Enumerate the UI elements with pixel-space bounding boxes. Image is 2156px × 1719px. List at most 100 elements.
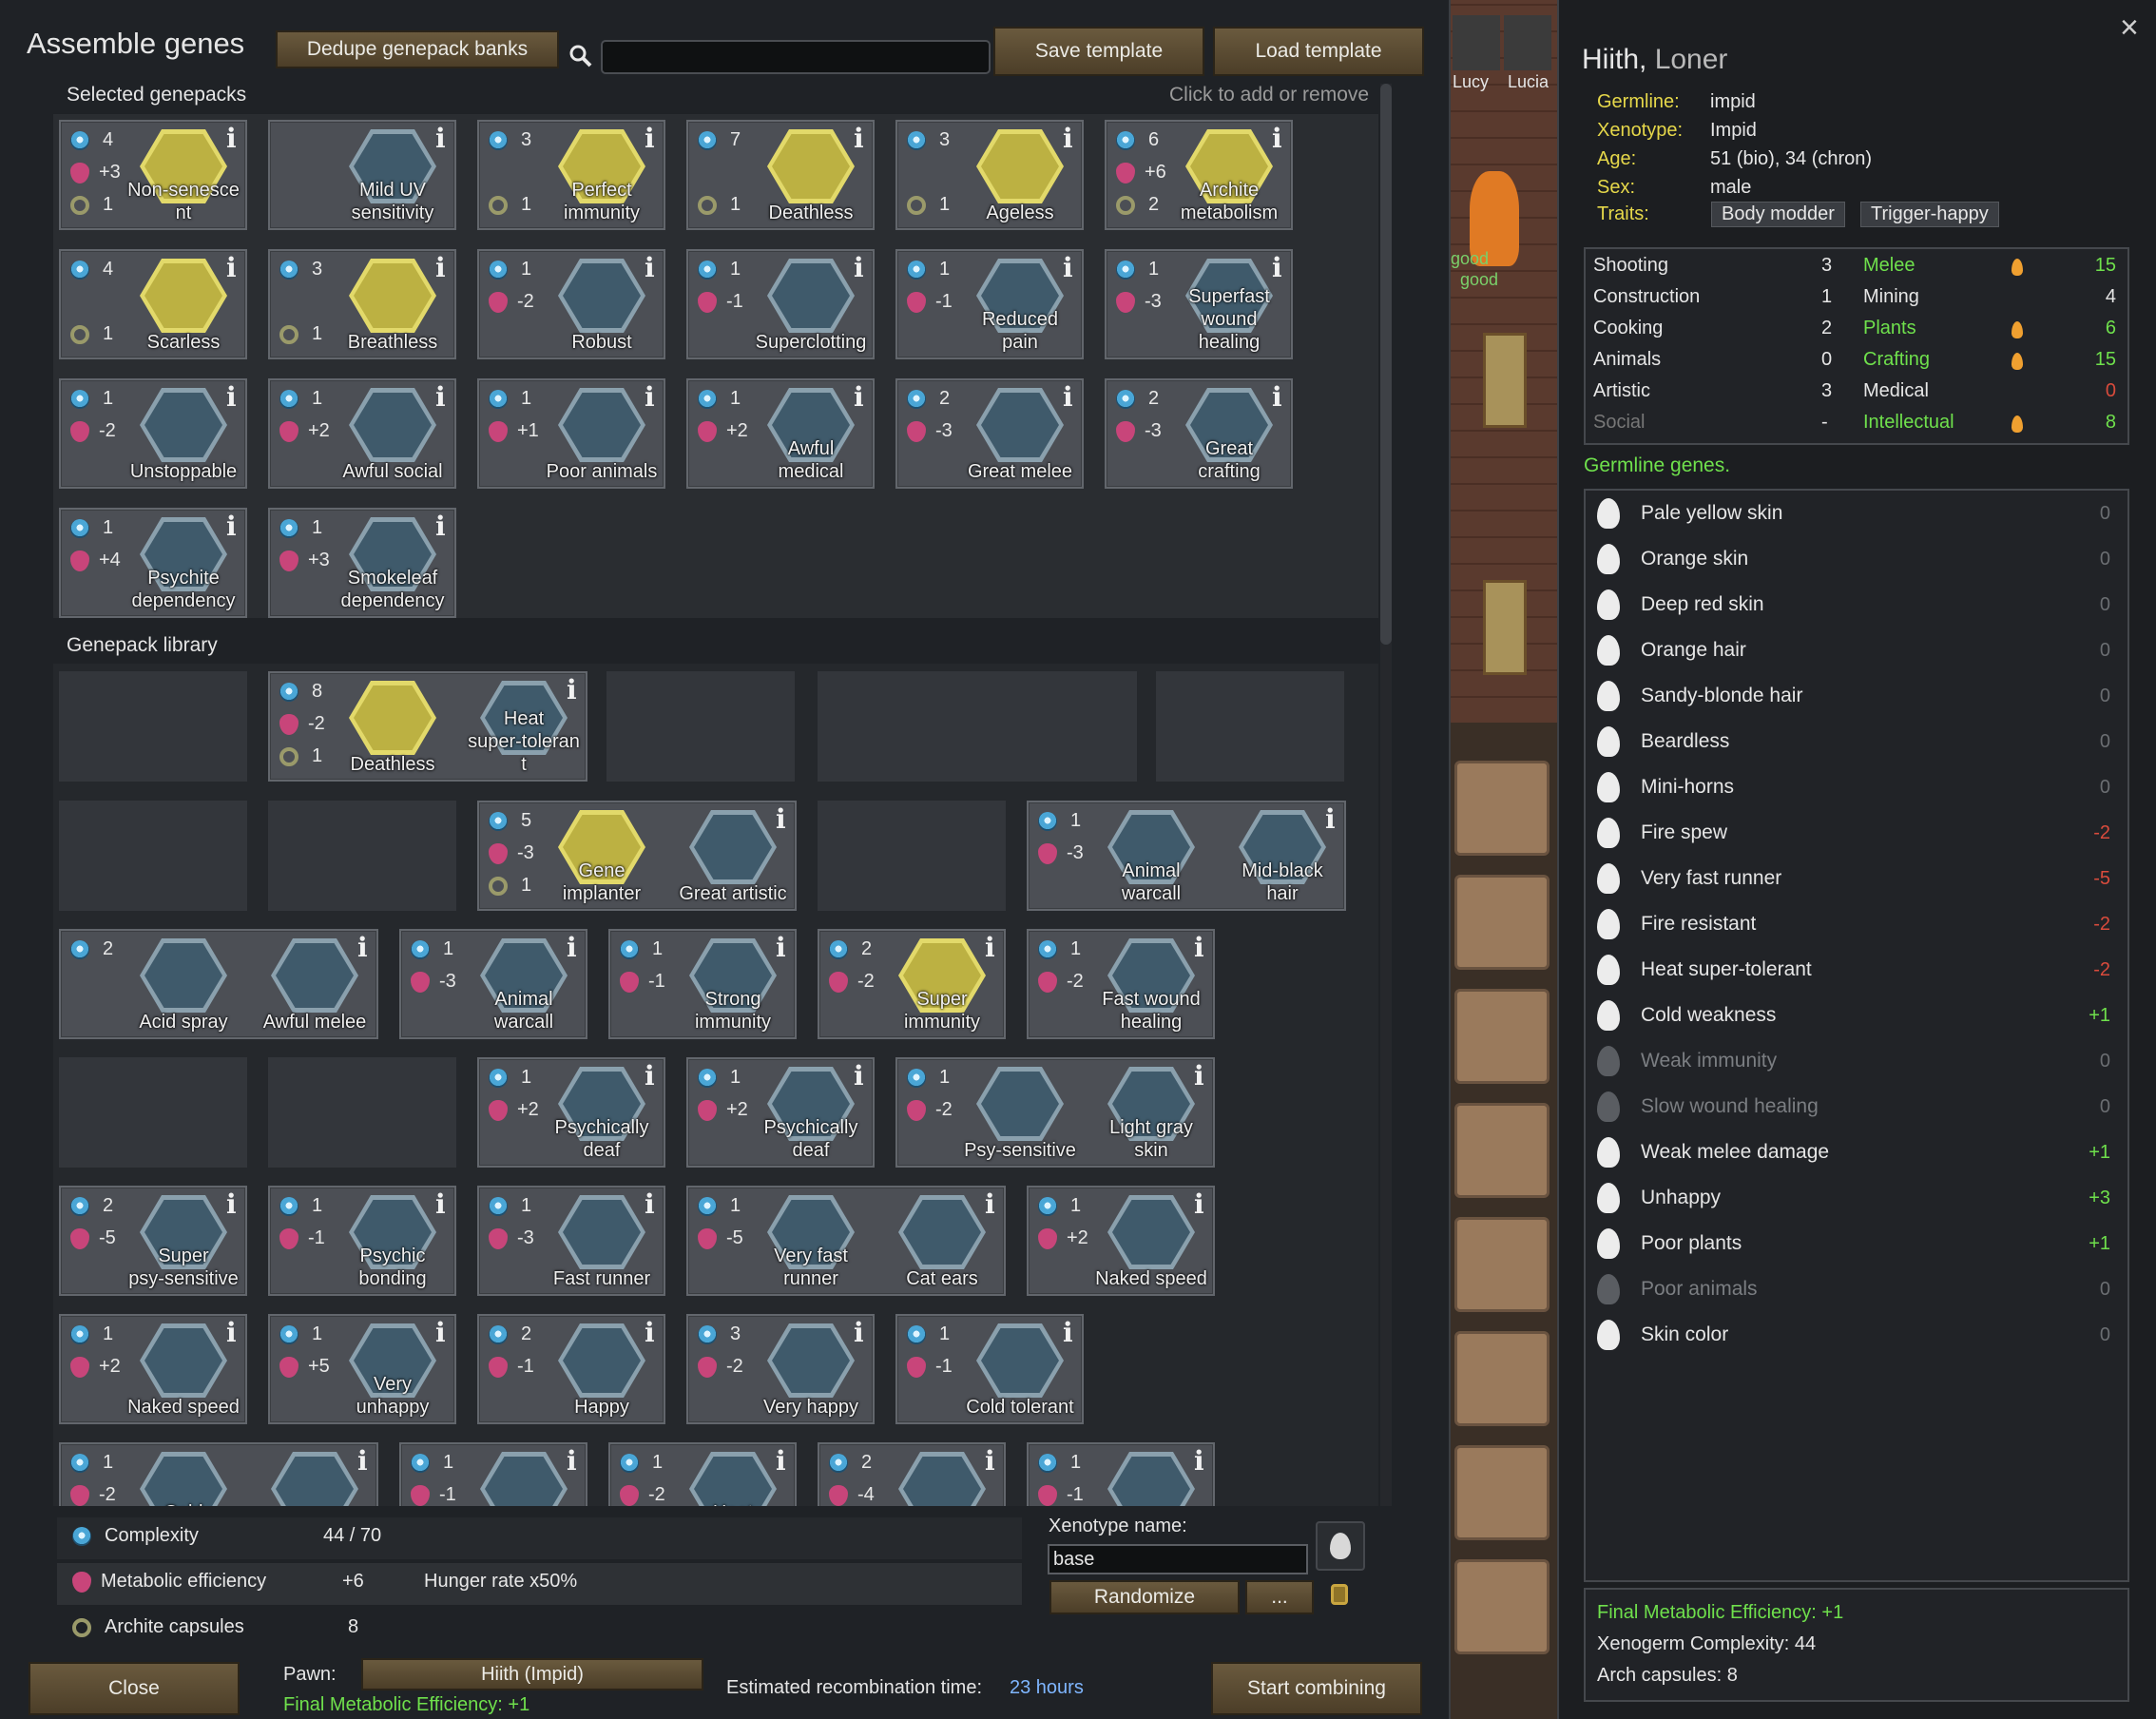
germline-gene-row[interactable]: Sandy-blonde hair 0: [1597, 677, 2110, 715]
info-icon[interactable]: i: [985, 1448, 998, 1475]
genepack-card[interactable]: 4 +3 1 Non-senesce nt i: [59, 120, 247, 230]
info-icon[interactable]: i: [645, 255, 658, 281]
germline-gene-row[interactable]: Deep red skin 0: [1597, 586, 2110, 624]
genepack-card[interactable]: 7 1 Deathless i: [686, 120, 875, 230]
germline-gene-row[interactable]: Skin color 0: [1597, 1316, 2110, 1354]
genepack-card[interactable]: 2 -4 i: [818, 1442, 1006, 1506]
genepack-card[interactable]: 1 +2 Psychically deaf i: [686, 1057, 875, 1168]
genepack-card[interactable]: 1 -2 Robust i: [477, 249, 665, 359]
xenotype-icon-button[interactable]: [1316, 1521, 1365, 1571]
info-icon[interactable]: i: [435, 1191, 449, 1218]
germline-gene-row[interactable]: Cold weakness +1: [1597, 996, 2110, 1034]
genepack-card[interactable]: 1 -1 Psychic bonding i: [268, 1186, 456, 1296]
colonist-portrait-2[interactable]: [1504, 15, 1551, 70]
genepack-card[interactable]: 8 -2 1 Deathless Heat super-toleran t i: [268, 671, 587, 782]
info-icon[interactable]: i: [435, 384, 449, 411]
info-icon[interactable]: i: [854, 384, 867, 411]
info-icon[interactable]: i: [226, 513, 240, 540]
info-icon[interactable]: i: [854, 1063, 867, 1090]
genepack-card[interactable]: 1-1Vacuumi: [1027, 1442, 1215, 1506]
info-icon[interactable]: i: [645, 1191, 658, 1218]
germline-gene-row[interactable]: Slow wound healing 0: [1597, 1088, 2110, 1126]
genepack-card[interactable]: 1 -3 Superfast wound healing i: [1105, 249, 1293, 359]
genepack-card[interactable]: 1 -2 Psy-sensitive Light gray skin i: [895, 1057, 1215, 1168]
bed-2[interactable]: [1483, 580, 1527, 675]
genepack-card[interactable]: 1-2Coldsuper-tolerani: [59, 1442, 378, 1506]
info-icon[interactable]: i: [567, 1448, 580, 1475]
genepack-card[interactable]: 1 +2 Awful social i: [268, 378, 456, 489]
info-icon[interactable]: i: [1194, 935, 1207, 961]
trait-body-modder[interactable]: Body modder: [1711, 202, 1845, 227]
cryptosleep-pod[interactable]: [1454, 875, 1550, 970]
close-button[interactable]: Close: [29, 1662, 240, 1715]
info-icon[interactable]: i: [1063, 1320, 1076, 1346]
info-icon[interactable]: i: [854, 1320, 867, 1346]
info-icon[interactable]: i: [645, 1320, 658, 1346]
info-icon[interactable]: i: [226, 1320, 240, 1346]
genepack-card[interactable]: 1 -1 Strong immunity i: [608, 929, 797, 1039]
info-icon[interactable]: i: [435, 513, 449, 540]
info-icon[interactable]: i: [645, 384, 658, 411]
info-icon[interactable]: i: [1325, 806, 1338, 833]
info-icon[interactable]: i: [1272, 126, 1285, 152]
info-icon[interactable]: i: [1272, 255, 1285, 281]
cryptosleep-pod[interactable]: [1454, 1331, 1550, 1426]
genepack-card[interactable]: Mild UV sensitivity i: [268, 120, 456, 230]
randomize-button[interactable]: Randomize: [1049, 1580, 1240, 1614]
genepack-card[interactable]: 1 -2 Fast wound healing i: [1027, 929, 1215, 1039]
start-combining-button[interactable]: Start combining: [1211, 1662, 1422, 1715]
genepack-card[interactable]: 2 -3 Great melee i: [895, 378, 1084, 489]
genepack-card[interactable]: 1 -1 Cold tolerant i: [895, 1314, 1084, 1424]
genepack-card[interactable]: 1 -3 Animal warcall i: [399, 929, 587, 1039]
germline-gene-row[interactable]: Orange skin 0: [1597, 540, 2110, 578]
cryptosleep-pod[interactable]: [1454, 1217, 1550, 1312]
info-icon[interactable]: i: [567, 935, 580, 961]
genepack-card[interactable]: 1 -5 Very fast runner Cat ears i: [686, 1186, 1006, 1296]
colonist-portrait-1[interactable]: [1453, 15, 1500, 70]
germline-gene-row[interactable]: Heat super-tolerant -2: [1597, 951, 2110, 989]
info-icon[interactable]: i: [1194, 1063, 1207, 1090]
info-icon[interactable]: i: [357, 935, 371, 961]
genepack-card[interactable]: 1 +4 Psychite dependency i: [59, 508, 247, 618]
info-icon[interactable]: i: [567, 677, 580, 704]
info-icon[interactable]: i: [357, 1448, 371, 1475]
germline-gene-row[interactable]: Pale yellow skin 0: [1597, 494, 2110, 532]
genepack-card[interactable]: 2 -5 Super psy-sensitive i: [59, 1186, 247, 1296]
pawn-select[interactable]: Hiith (Impid): [361, 1658, 703, 1690]
info-icon[interactable]: i: [854, 255, 867, 281]
info-icon[interactable]: i: [645, 1063, 658, 1090]
info-icon[interactable]: i: [1272, 384, 1285, 411]
germline-gene-row[interactable]: Orange hair 0: [1597, 631, 2110, 669]
genepack-card[interactable]: 1 +2 Psychically deaf i: [477, 1057, 665, 1168]
genepack-card[interactable]: 2 -2 Super immunity i: [818, 929, 1006, 1039]
lock-icon[interactable]: [1331, 1584, 1348, 1605]
genepack-card[interactable]: 3 -2 Very happy i: [686, 1314, 875, 1424]
genepack-card[interactable]: 5 -3 1 Gene implanter Great artistic i: [477, 801, 797, 911]
genepack-card[interactable]: 1-2Heatsuper-tolerani: [608, 1442, 797, 1506]
info-icon[interactable]: i: [1063, 126, 1076, 152]
info-icon[interactable]: i: [435, 1320, 449, 1346]
more-options-button[interactable]: ...: [1245, 1580, 1314, 1614]
germline-gene-row[interactable]: Beardless 0: [1597, 723, 2110, 761]
genepack-card[interactable]: 2 Acid spray Awful melee i: [59, 929, 378, 1039]
germline-gene-row[interactable]: Very fast runner -5: [1597, 860, 2110, 898]
genepack-card[interactable]: 1 +5 Very unhappy i: [268, 1314, 456, 1424]
genepack-card[interactable]: 1 -2 Unstoppable i: [59, 378, 247, 489]
germline-gene-row[interactable]: Mini-horns 0: [1597, 768, 2110, 806]
germline-gene-row[interactable]: Fire spew -2: [1597, 814, 2110, 852]
germline-gene-row[interactable]: Unhappy +3: [1597, 1179, 2110, 1217]
genepack-card[interactable]: 3 1 Breathless i: [268, 249, 456, 359]
genepack-card[interactable]: 6 +6 2 Archite metabolism i: [1105, 120, 1293, 230]
genepack-card[interactable]: 2 -1 Happy i: [477, 1314, 665, 1424]
trait-trigger-happy[interactable]: Trigger-happy: [1860, 202, 1999, 227]
germline-gene-row[interactable]: Poor plants +1: [1597, 1225, 2110, 1263]
info-icon[interactable]: i: [776, 806, 789, 833]
genepack-card[interactable]: 1 +2 Naked speed i: [59, 1314, 247, 1424]
info-icon[interactable]: i: [1063, 384, 1076, 411]
info-icon[interactable]: i: [435, 126, 449, 152]
genepack-card[interactable]: 1 +2 Naked speed i: [1027, 1186, 1215, 1296]
genepack-card[interactable]: 3 1 Ageless i: [895, 120, 1084, 230]
genepack-card[interactable]: 1 -3 Animal warcall Mid-black hair i: [1027, 801, 1346, 911]
cryptosleep-pod[interactable]: [1454, 989, 1550, 1084]
info-icon[interactable]: i: [226, 1191, 240, 1218]
